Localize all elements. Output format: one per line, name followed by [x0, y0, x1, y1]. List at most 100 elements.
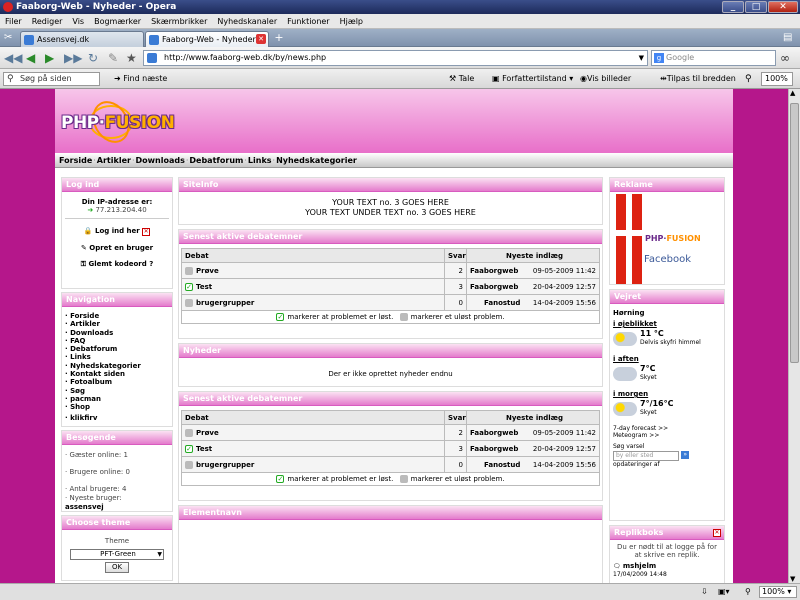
forgot-password-link[interactable]: ⚿ Glemt kodeord ?	[65, 260, 169, 269]
theme-select[interactable]: PFT-Green	[70, 549, 164, 560]
menu-hjaelp[interactable]: Hjælp	[335, 17, 368, 26]
address-bar[interactable]: http://www.faaborg-web.dk/by/news.php ▼	[143, 50, 648, 66]
rewind-icon[interactable]: ◀◀	[4, 51, 22, 65]
download-icon[interactable]: ⇩	[701, 584, 708, 600]
search-go-icon[interactable]: »	[681, 451, 690, 459]
nav-nyhedskategorier[interactable]: Nyhedskategorier	[276, 156, 357, 165]
nav-links[interactable]: Links	[248, 156, 272, 165]
nav-item-debatforum[interactable]: · Debatforum	[65, 345, 169, 353]
find-next-button[interactable]: ➜ Find næste	[114, 69, 167, 89]
scroll-up-icon[interactable]: ▲	[790, 89, 795, 97]
tab-list-icon[interactable]: ▤	[783, 32, 792, 43]
nav-item-nyhedskategorier[interactable]: · Nyhedskategorier	[65, 362, 169, 370]
fit-width-button[interactable]: ⇹Tilpas til bredden	[660, 69, 736, 89]
nav-item-soeg[interactable]: · Søg	[65, 387, 169, 395]
topic-icon	[185, 460, 193, 469]
search-placeholder: Google	[666, 53, 695, 62]
speak-button[interactable]: ⚒ Tale	[449, 69, 474, 89]
nav-item-links[interactable]: · Links	[65, 353, 169, 361]
nav-debatforum[interactable]: Debatforum	[189, 156, 243, 165]
vertical-scrollbar[interactable]: ▲ ▼	[788, 89, 800, 583]
author-mode-button[interactable]: ▣ Forfattertilstand ▾	[492, 69, 573, 89]
edit-icon[interactable]: ✎	[108, 51, 118, 65]
topic-link[interactable]: Test	[196, 445, 212, 453]
scroll-down-icon[interactable]: ▼	[790, 575, 795, 583]
nav-item-faq[interactable]: · FAQ	[65, 337, 169, 345]
post-user[interactable]: Faaborgweb	[470, 429, 518, 437]
menu-rediger[interactable]: Rediger	[27, 17, 68, 26]
close-icon[interactable]: ✕	[142, 228, 151, 236]
menu-funktioner[interactable]: Funktioner	[282, 17, 334, 26]
menu-vis[interactable]: Vis	[67, 17, 89, 26]
menu-skaermbrikker[interactable]: Skærmbrikker	[146, 17, 212, 26]
fast-forward-icon[interactable]: ▶▶	[64, 51, 82, 65]
shout-user[interactable]: mshjelm	[623, 562, 656, 570]
menu-bogmaerker[interactable]: Bogmærker	[89, 17, 146, 26]
nav-item-downloads[interactable]: · Downloads	[65, 329, 169, 337]
show-images-button[interactable]: ◉Vis billeder	[580, 69, 631, 89]
weather-tonight-link[interactable]: i aften	[613, 355, 721, 363]
forecast-search-input[interactable]: by eller sted	[613, 451, 679, 461]
table-row[interactable]: brugergrupper 0 Fanostud 14-04-2009 15:5…	[181, 294, 600, 311]
table-row[interactable]: ✓ Test 3 Faaborgweb 20-04-2009 12:57	[181, 278, 600, 295]
zoom-select[interactable]: 100%	[761, 72, 793, 86]
meteogram-link[interactable]: Meteogram >>	[613, 432, 721, 439]
weather-tomorrow-link[interactable]: i morgen	[613, 390, 721, 398]
newest-user[interactable]: assensvej	[65, 503, 169, 512]
post-user[interactable]: Fanostud	[484, 299, 520, 307]
nav-item-pacman[interactable]: · pacman	[65, 395, 169, 403]
table-row[interactable]: Prøve 2 Faaborgweb 09-05-2009 11:42	[181, 262, 600, 279]
table-row[interactable]: brugergrupper 0 Fanostud 14-04-2009 15:5…	[181, 456, 600, 473]
menu-bar: Filer Rediger Vis Bogmærker Skærmbrikker Nyhe…	[0, 14, 800, 29]
create-user-link[interactable]: ✎ Opret en bruger	[65, 244, 169, 252]
minimize-button[interactable]: _	[722, 1, 744, 13]
zoom-glasses-icon[interactable]: ∞	[780, 51, 790, 65]
status-zoom-select[interactable]: 100% ▾	[759, 586, 797, 598]
nav-item-fotoalbum[interactable]: · Fotoalbum	[65, 378, 169, 386]
post-user[interactable]: Faaborgweb	[470, 267, 518, 275]
nav-item-forside[interactable]: · Forside	[65, 312, 169, 320]
scrollbar-thumb[interactable]	[790, 103, 799, 363]
tab-faaborg-web[interactable]: Faaborg-Web - Nyheder ✕	[145, 31, 269, 47]
nav-item-klikfirv[interactable]: · klikfirv	[65, 414, 169, 422]
new-tab-button[interactable]: +	[272, 31, 286, 45]
forecast-link[interactable]: 7-day forecast >>	[613, 425, 721, 432]
ok-button[interactable]: OK	[104, 562, 130, 573]
close-tab-icon[interactable]: ✕	[256, 34, 266, 44]
weather-now-link[interactable]: i øjeblikket	[613, 320, 721, 328]
post-user[interactable]: Faaborgweb	[470, 445, 518, 453]
post-user[interactable]: Fanostud	[484, 461, 520, 469]
topic-icon	[185, 428, 193, 437]
forward-icon[interactable]: ▶	[45, 51, 54, 65]
dropdown-icon[interactable]: ▼	[639, 51, 644, 65]
table-row[interactable]: ✓ Test 3 Faaborgweb 20-04-2009 12:57	[181, 440, 600, 457]
nav-forside[interactable]: Forside	[59, 156, 92, 165]
nav-item-artikler[interactable]: · Artikler	[65, 320, 169, 328]
login-link[interactable]: 🔒 Log ind her ✕	[65, 227, 169, 236]
menu-filer[interactable]: Filer	[0, 17, 27, 26]
topic-link[interactable]: Prøve	[196, 429, 219, 437]
topic-link[interactable]: brugergrupper	[196, 299, 254, 307]
tab-assensvej[interactable]: Assensvej.dk	[20, 31, 144, 47]
menu-nyhedskanaler[interactable]: Nyhedskanaler	[212, 17, 282, 26]
table-row[interactable]: Prøve 2 Faaborgweb 09-05-2009 11:42	[181, 424, 600, 441]
view-icon[interactable]: ▣▾	[718, 584, 730, 600]
close-icon[interactable]: ✕	[713, 529, 721, 537]
reload-icon[interactable]: ↻	[88, 51, 98, 65]
search-input[interactable]: g Google	[651, 50, 776, 66]
close-button[interactable]: ✕	[768, 1, 798, 13]
back-icon[interactable]: ◀	[26, 51, 35, 65]
nav-artikler[interactable]: Artikler	[97, 156, 131, 165]
facebook-ad-banner[interactable]: PHP·FUSION Facebook	[612, 194, 722, 284]
tools-icon[interactable]: ✂	[4, 32, 12, 43]
topic-link[interactable]: Test	[196, 283, 212, 291]
post-user[interactable]: Faaborgweb	[470, 283, 518, 291]
find-input[interactable]: ⚲ Søg på siden	[3, 72, 100, 86]
bookmark-star-icon[interactable]: ★	[126, 51, 137, 65]
nav-item-kontakt[interactable]: · Kontakt siden	[65, 370, 169, 378]
maximize-button[interactable]: □	[745, 1, 767, 13]
topic-link[interactable]: brugergrupper	[196, 461, 254, 469]
nav-item-shop[interactable]: · Shop	[65, 403, 169, 411]
nav-downloads[interactable]: Downloads	[135, 156, 184, 165]
topic-link[interactable]: Prøve	[196, 267, 219, 275]
